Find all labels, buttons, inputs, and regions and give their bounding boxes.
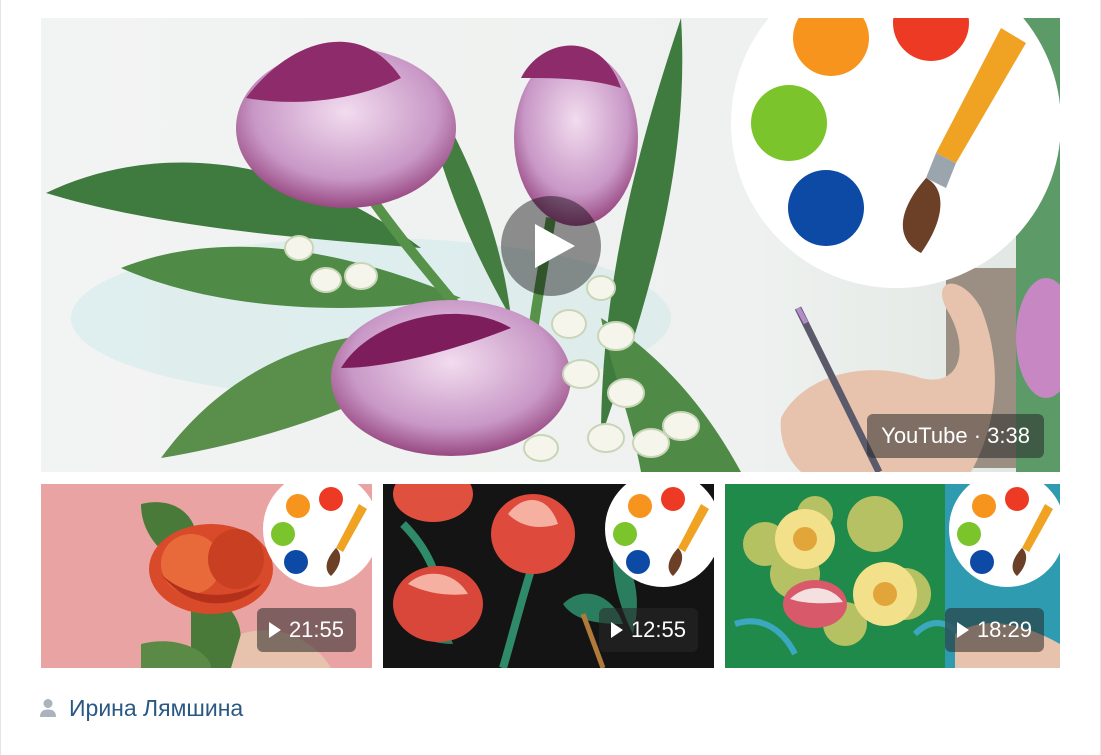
video-thumbnail-3[interactable]: 18:29 (725, 484, 1060, 668)
duration-text: 21:55 (288, 617, 344, 642)
duration-badge: 18:29 (944, 608, 1044, 652)
duration-badge: 12:55 (598, 608, 698, 652)
duration-text: 12:55 (630, 617, 686, 642)
duration-badge: 21:55 (256, 608, 356, 652)
play-icon (956, 622, 969, 638)
play-icon (268, 622, 281, 638)
play-button[interactable] (501, 196, 601, 296)
main-video-thumbnail[interactable]: YouTube · 3:38 (41, 18, 1060, 472)
author-name: Ирина Лямшина (69, 694, 244, 721)
video-thumbnail-2[interactable]: 12:55 (383, 484, 714, 668)
play-icon (535, 224, 575, 268)
play-icon (610, 622, 623, 638)
duration-text: 18:29 (976, 617, 1032, 642)
duration-badge: YouTube · 3:38 (867, 414, 1044, 458)
video-thumbnail-1[interactable]: 21:55 (41, 484, 372, 668)
author-link[interactable]: Ирина Лямшина (39, 690, 243, 726)
person-icon (40, 699, 56, 717)
duration-text: YouTube · 3:38 (881, 423, 1030, 448)
